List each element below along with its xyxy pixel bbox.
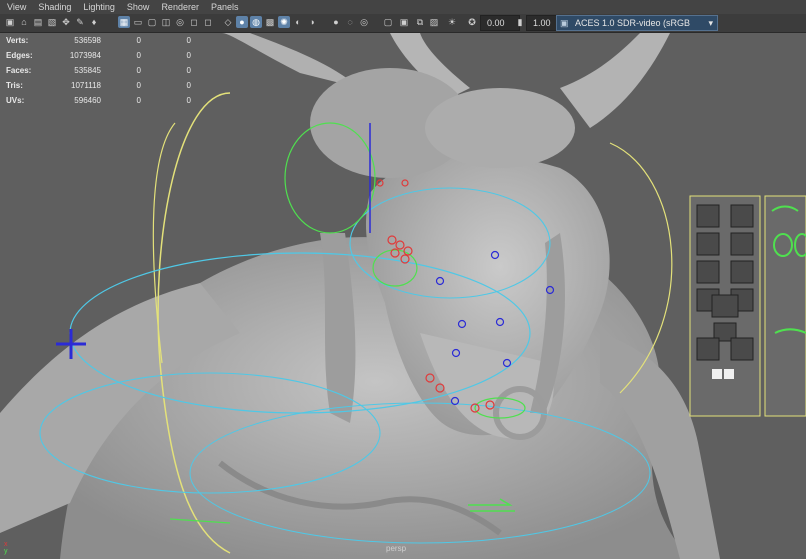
wireframe-icon[interactable]: ◇ [222,16,234,28]
grease-pencil-icon[interactable]: ✎ [74,16,86,28]
gate-mask-icon[interactable]: ◫ [160,16,172,28]
grid-icon[interactable]: ▦ [118,16,130,28]
hud-row-verts: Verts: 536598 0 0 [6,36,191,45]
chevron-down-icon: ▾ [708,18,713,28]
safe-title-icon[interactable]: ◻ [202,16,214,28]
pin-icon[interactable]: ♦ [88,16,100,28]
smooth-shade-icon[interactable]: ● [236,16,248,28]
image-plane-icon[interactable]: ▧ [46,16,58,28]
colorspace-label: ACES 1.0 SDR-video (sRGB [575,18,691,28]
textured-icon[interactable]: ▩ [264,16,276,28]
panel-menubar: View Shading Lighting Show Renderer Pane… [0,0,806,14]
safe-action-icon[interactable]: ◻ [188,16,200,28]
panel-toolbar: ▣ ⌂ ▤ ▧ ✥ ✎ ♦ ▦ ▭ ▢ ◫ ◎ ◻ ◻ ◇ ● ◍ ▩ ✺ ◐ … [0,14,806,33]
horn-right-mesh [560,33,670,128]
facial-picker-panel-2 [764,195,806,417]
menu-lighting[interactable]: Lighting [76,2,120,12]
axis-gizmo-icon: xy [4,541,8,555]
xray-joints-icon[interactable]: ⧉ [414,16,426,28]
colorspace-icon: ▣ [560,18,569,28]
colorspace-dropdown[interactable]: ▣ ACES 1.0 SDR-video (sRGB ▾ [556,15,718,31]
film-gate-icon[interactable]: ▭ [132,16,144,28]
resolution-gate-icon[interactable]: ▢ [146,16,158,28]
menu-panels[interactable]: Panels [204,2,244,12]
depth-of-field-icon[interactable]: ◎ [358,16,370,28]
camera-name-label: persp [386,544,407,553]
exposure-reset-icon[interactable]: ✪ [466,16,478,28]
xray-components-icon[interactable]: ▨ [428,16,440,28]
isolate-select-icon[interactable]: ▢ [382,16,394,28]
scene [0,33,806,559]
2d-pan-icon[interactable]: ✥ [60,16,72,28]
poly-count-hud: Verts: 536598 0 0 Edges: 1073984 0 0 Fac… [6,33,191,108]
motion-blur-icon[interactable]: ● [330,16,342,28]
hud-row-tris: Tris: 1071118 0 0 [6,81,191,90]
anti-aliasing-icon[interactable]: ◌ [344,16,356,28]
menu-show[interactable]: Show [120,2,155,12]
3d-viewport[interactable]: Verts: 536598 0 0 Edges: 1073984 0 0 Fac… [0,33,806,559]
shadows-icon[interactable]: ◐ [292,16,304,28]
hud-row-edges: Edges: 1073984 0 0 [6,51,191,60]
menu-view[interactable]: View [0,2,31,12]
facial-picker-panel [689,195,761,417]
hud-row-faces: Faces: 535845 0 0 [6,66,191,75]
wireframe-on-shaded-icon[interactable]: ◍ [250,16,262,28]
menu-shading[interactable]: Shading [31,2,76,12]
lock-camera-icon[interactable]: ⌂ [18,16,30,28]
gamma-field[interactable]: 1.00 [526,15,560,31]
gamma-icon[interactable]: ▮ [514,16,526,28]
bookmark-icon[interactable]: ▤ [32,16,44,28]
ornament-top-skull [425,88,575,168]
exposure-icon[interactable]: ☀ [446,16,458,28]
field-chart-icon[interactable]: ◎ [174,16,186,28]
menu-renderer[interactable]: Renderer [154,2,204,12]
select-camera-icon[interactable]: ▣ [4,16,16,28]
xray-icon[interactable]: ▣ [398,16,410,28]
hud-row-uvs: UVs: 596460 0 0 [6,96,191,105]
horn-left-mesh [222,33,360,88]
ambient-occlusion-icon[interactable]: ◑ [306,16,318,28]
lights-icon[interactable]: ✺ [278,16,290,28]
